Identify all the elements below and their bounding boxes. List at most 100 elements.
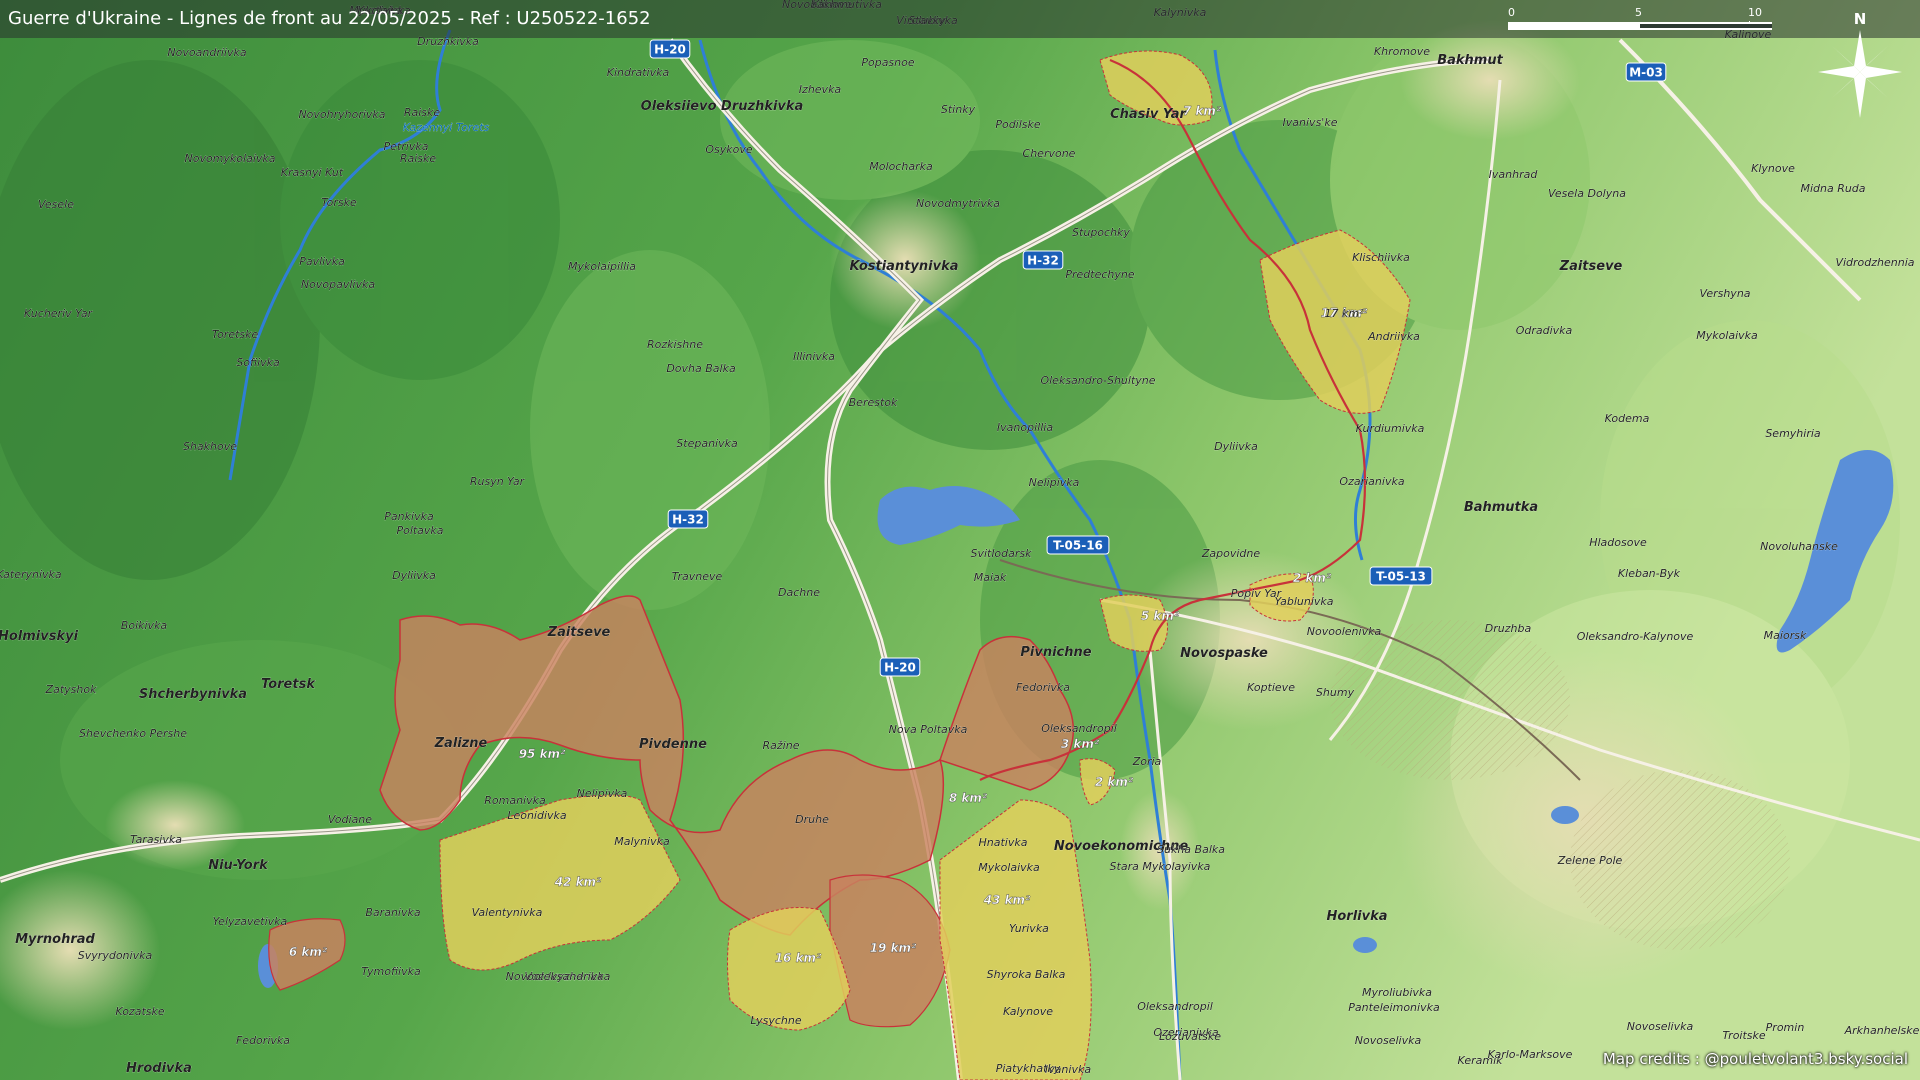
- road-badge-label: H-32: [672, 513, 704, 527]
- north-label: N: [1854, 10, 1867, 28]
- place-label: Fedorivka: [1016, 681, 1070, 694]
- place-label: Zoria: [1132, 755, 1162, 768]
- place-label: Tarasivka: [130, 833, 182, 846]
- place-label: Yablunivka: [1274, 595, 1333, 608]
- place-label: Ivanopillia: [997, 421, 1053, 434]
- place-label: Dachne: [778, 586, 820, 599]
- map-title: Guerre d'Ukraine - Lignes de front au 22…: [8, 8, 651, 29]
- place-label: Torske: [321, 196, 357, 209]
- place-label: Mykolaivka: [1696, 329, 1758, 342]
- place-label: Tymofiivka: [361, 965, 421, 978]
- scale-tick-5: 5: [1635, 6, 1642, 19]
- place-label: Sukha Balka: [1157, 843, 1225, 856]
- place-label: Novohryhorivka: [298, 108, 385, 121]
- road-badge-label: H-32: [1027, 254, 1059, 268]
- place-label: Midna Ruda: [1800, 182, 1865, 195]
- place-label: Koptieve: [1247, 681, 1295, 694]
- place-label: Novospaske: [1180, 646, 1268, 661]
- place-label: Travneve: [672, 570, 723, 583]
- place-label: Berestok: [849, 396, 898, 409]
- place-label: Oleksandro-Shultyne: [1040, 374, 1155, 387]
- place-label: Vesela Dolyna: [1548, 187, 1626, 200]
- place-label: Poltavka: [396, 524, 443, 537]
- road-badge: H-32: [667, 509, 709, 529]
- place-label: Hnativka: [979, 836, 1028, 849]
- place-label: Novoandriivka: [167, 46, 246, 59]
- place-label: Izhevka: [799, 83, 842, 96]
- road-badge: T-05-16: [1046, 535, 1110, 555]
- place-label: Lozuvatske: [1159, 1030, 1221, 1043]
- place-label: Dovha Balka: [666, 362, 736, 375]
- place-label: Bakhmut: [1437, 53, 1503, 68]
- road-badge-label: M-03: [1629, 66, 1663, 80]
- area-label: 6 km²: [289, 945, 328, 959]
- place-label: Romanivka: [484, 794, 546, 807]
- place-label: Shcherbynivka: [139, 687, 247, 702]
- place-label: Pivnichne: [1020, 645, 1091, 660]
- road-badge: M-03: [1625, 62, 1667, 82]
- place-label: Oleksiievo Druzhkivka: [641, 99, 804, 114]
- place-label: Novomykolaivka: [185, 152, 276, 165]
- place-label: 17 km²: [1325, 307, 1365, 320]
- place-label: Shevchenko Pershe: [79, 727, 187, 740]
- place-label: Piatykhatky: [996, 1062, 1061, 1075]
- area-label: 42 km²: [554, 875, 602, 889]
- place-label: Molocharka: [869, 160, 933, 173]
- place-label: Shyroka Balka: [987, 968, 1066, 981]
- place-label: Hrodivka: [126, 1061, 192, 1076]
- place-label: Stara Mykolayivka: [1110, 860, 1211, 873]
- road-badge-label: T-05-16: [1053, 539, 1103, 553]
- place-label: Chasiv Yar: [1110, 107, 1187, 122]
- area-label: 16 km²: [775, 951, 822, 965]
- place-label: Yelyzavetivka: [213, 915, 288, 928]
- place-label: Fedorivka: [236, 1034, 290, 1047]
- place-label: Myrnohrad: [15, 932, 95, 947]
- place-label: Nelipivka: [1029, 476, 1080, 489]
- place-label: Stinky: [941, 103, 976, 116]
- area-label: 19 km²: [870, 941, 917, 955]
- north-arrow-icon: N: [1818, 10, 1902, 118]
- place-label: Zaitseve: [1559, 259, 1623, 274]
- place-label: Popasnoe: [861, 56, 915, 69]
- place-label: Rozkishne: [647, 338, 703, 351]
- place-label: Vershyna: [1699, 287, 1750, 300]
- road-badge: H-32: [1022, 250, 1064, 270]
- place-label: Khromove: [1374, 45, 1430, 58]
- place-label: Oleksandropil: [1041, 722, 1117, 735]
- place-label: Novoluhanske: [1760, 540, 1838, 553]
- front-line-map[interactable]: H-20 H-32 H-32 H-20 T-05-16 T-05-13 M-03 95 km²…: [0, 0, 1920, 1080]
- place-label: Vesele: [38, 198, 74, 211]
- road-badge: T-05-13: [1369, 566, 1433, 586]
- place-label: Nelipivka: [577, 787, 628, 800]
- place-label: Holmivskyi: [0, 629, 79, 644]
- area-label: 5 km²: [1141, 609, 1180, 623]
- place-label: Illinivka: [793, 350, 835, 363]
- place-label: Baranivka: [365, 906, 420, 919]
- place-label: Promin: [1766, 1021, 1805, 1034]
- place-label: Hladosove: [1589, 536, 1647, 549]
- place-label: Ozarianivka: [1339, 475, 1404, 488]
- place-label: Novopavlivka: [301, 278, 375, 291]
- map-credits: Map credits : @pouletvolant3.bsky.social: [1602, 1050, 1908, 1068]
- place-label: Svitlodarsk: [971, 547, 1033, 560]
- place-label: Andriivka: [1367, 330, 1420, 343]
- place-label: Krasnyi Kut: [281, 166, 344, 179]
- place-label: Niu-York: [208, 858, 269, 873]
- place-label: Yurivka: [1009, 922, 1049, 935]
- place-label: Shakhove: [183, 440, 237, 453]
- area-label: 3 km²: [1061, 737, 1100, 751]
- place-label: Druzhba: [1485, 622, 1532, 635]
- place-label: Valentynivka: [472, 906, 543, 919]
- place-label: Ivanhrad: [1489, 168, 1539, 181]
- place-label: Oleksandropil: [1137, 1000, 1213, 1013]
- place-label: Keramik: [1458, 1054, 1504, 1067]
- place-label: Kozatske: [115, 1005, 164, 1018]
- place-label: Odradivka: [1516, 324, 1573, 337]
- place-label: Leonidivka: [507, 809, 567, 822]
- place-label: Myroliubivka: [1362, 986, 1432, 999]
- place-label: Maiak: [974, 571, 1007, 584]
- road-badge: H-20: [879, 657, 921, 677]
- place-label: Pankivka: [384, 510, 434, 523]
- place-label: Novoolenivka: [1307, 625, 1382, 638]
- place-label: Novoselivka: [1355, 1034, 1422, 1047]
